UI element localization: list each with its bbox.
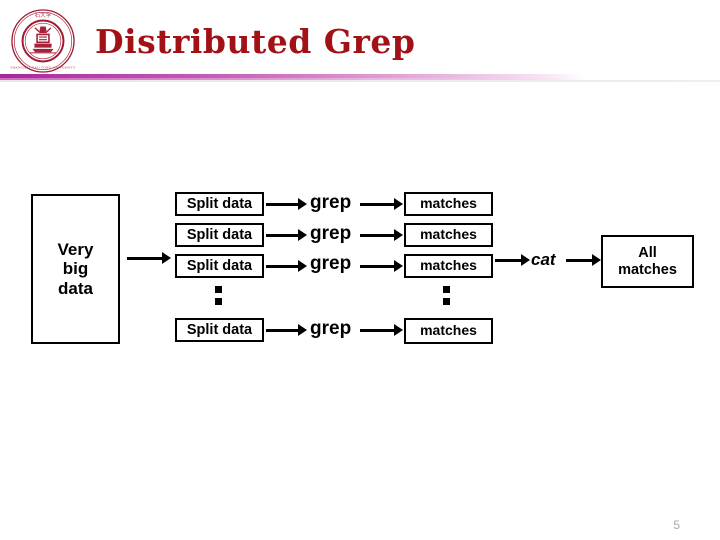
grep-label-1: grep: [310, 192, 352, 213]
very-big-data-label: Very big data: [58, 240, 94, 297]
split-ellipsis: [215, 286, 222, 305]
arrow-grep1-to-matches1: [360, 198, 404, 210]
arrow-split2-to-grep2: [266, 229, 308, 241]
matches-box-4: matches: [404, 318, 493, 344]
page-number: 5: [673, 518, 680, 532]
grep-label-2: grep: [310, 223, 352, 244]
arrow-cat-to-all-matches: [566, 254, 602, 266]
matches-label-2: matches: [420, 226, 477, 243]
cat-label: cat: [531, 250, 556, 269]
very-big-data-line2: big: [62, 259, 89, 279]
matches-ellipsis: [443, 286, 450, 305]
very-big-data-line3: data: [58, 278, 93, 298]
split-data-label-1: Split data: [186, 195, 253, 212]
arrow-grep2-to-matches2: [360, 229, 404, 241]
grep-label-3: grep: [310, 253, 352, 274]
matches-label-1: matches: [420, 195, 477, 212]
matches-label-4: matches: [420, 322, 477, 339]
distributed-grep-diagram: Very big data Split data grep matches Spli…: [0, 0, 720, 540]
very-big-data-line1: Very: [57, 240, 94, 260]
split-data-box-4: Split data: [175, 318, 264, 342]
split-data-label-3: Split data: [186, 257, 253, 274]
arrow-split1-to-grep1: [266, 198, 308, 210]
very-big-data-box: Very big data: [31, 194, 120, 344]
split-data-box-1: Split data: [175, 192, 264, 216]
all-matches-box: All matches: [601, 235, 694, 288]
arrow-source-to-split: [127, 252, 172, 264]
matches-box-3: matches: [404, 254, 493, 278]
arrow-split3-to-grep3: [266, 260, 308, 272]
arrow-matches-to-cat: [495, 254, 531, 266]
split-data-label-2: Split data: [186, 226, 253, 243]
split-data-box-2: Split data: [175, 223, 264, 247]
matches-box-2: matches: [404, 223, 493, 247]
all-matches-line2: matches: [618, 261, 677, 278]
split-data-box-3: Split data: [175, 254, 264, 278]
matches-label-3: matches: [420, 257, 477, 274]
grep-label-4: grep: [310, 318, 352, 339]
arrow-split4-to-grep4: [266, 324, 308, 336]
arrow-grep4-to-matches4: [360, 324, 404, 336]
all-matches-line1: All: [638, 245, 657, 262]
all-matches-label: All matches: [618, 245, 677, 277]
arrow-grep3-to-matches3: [360, 260, 404, 272]
matches-box-1: matches: [404, 192, 493, 216]
split-data-label-4: Split data: [186, 321, 253, 338]
